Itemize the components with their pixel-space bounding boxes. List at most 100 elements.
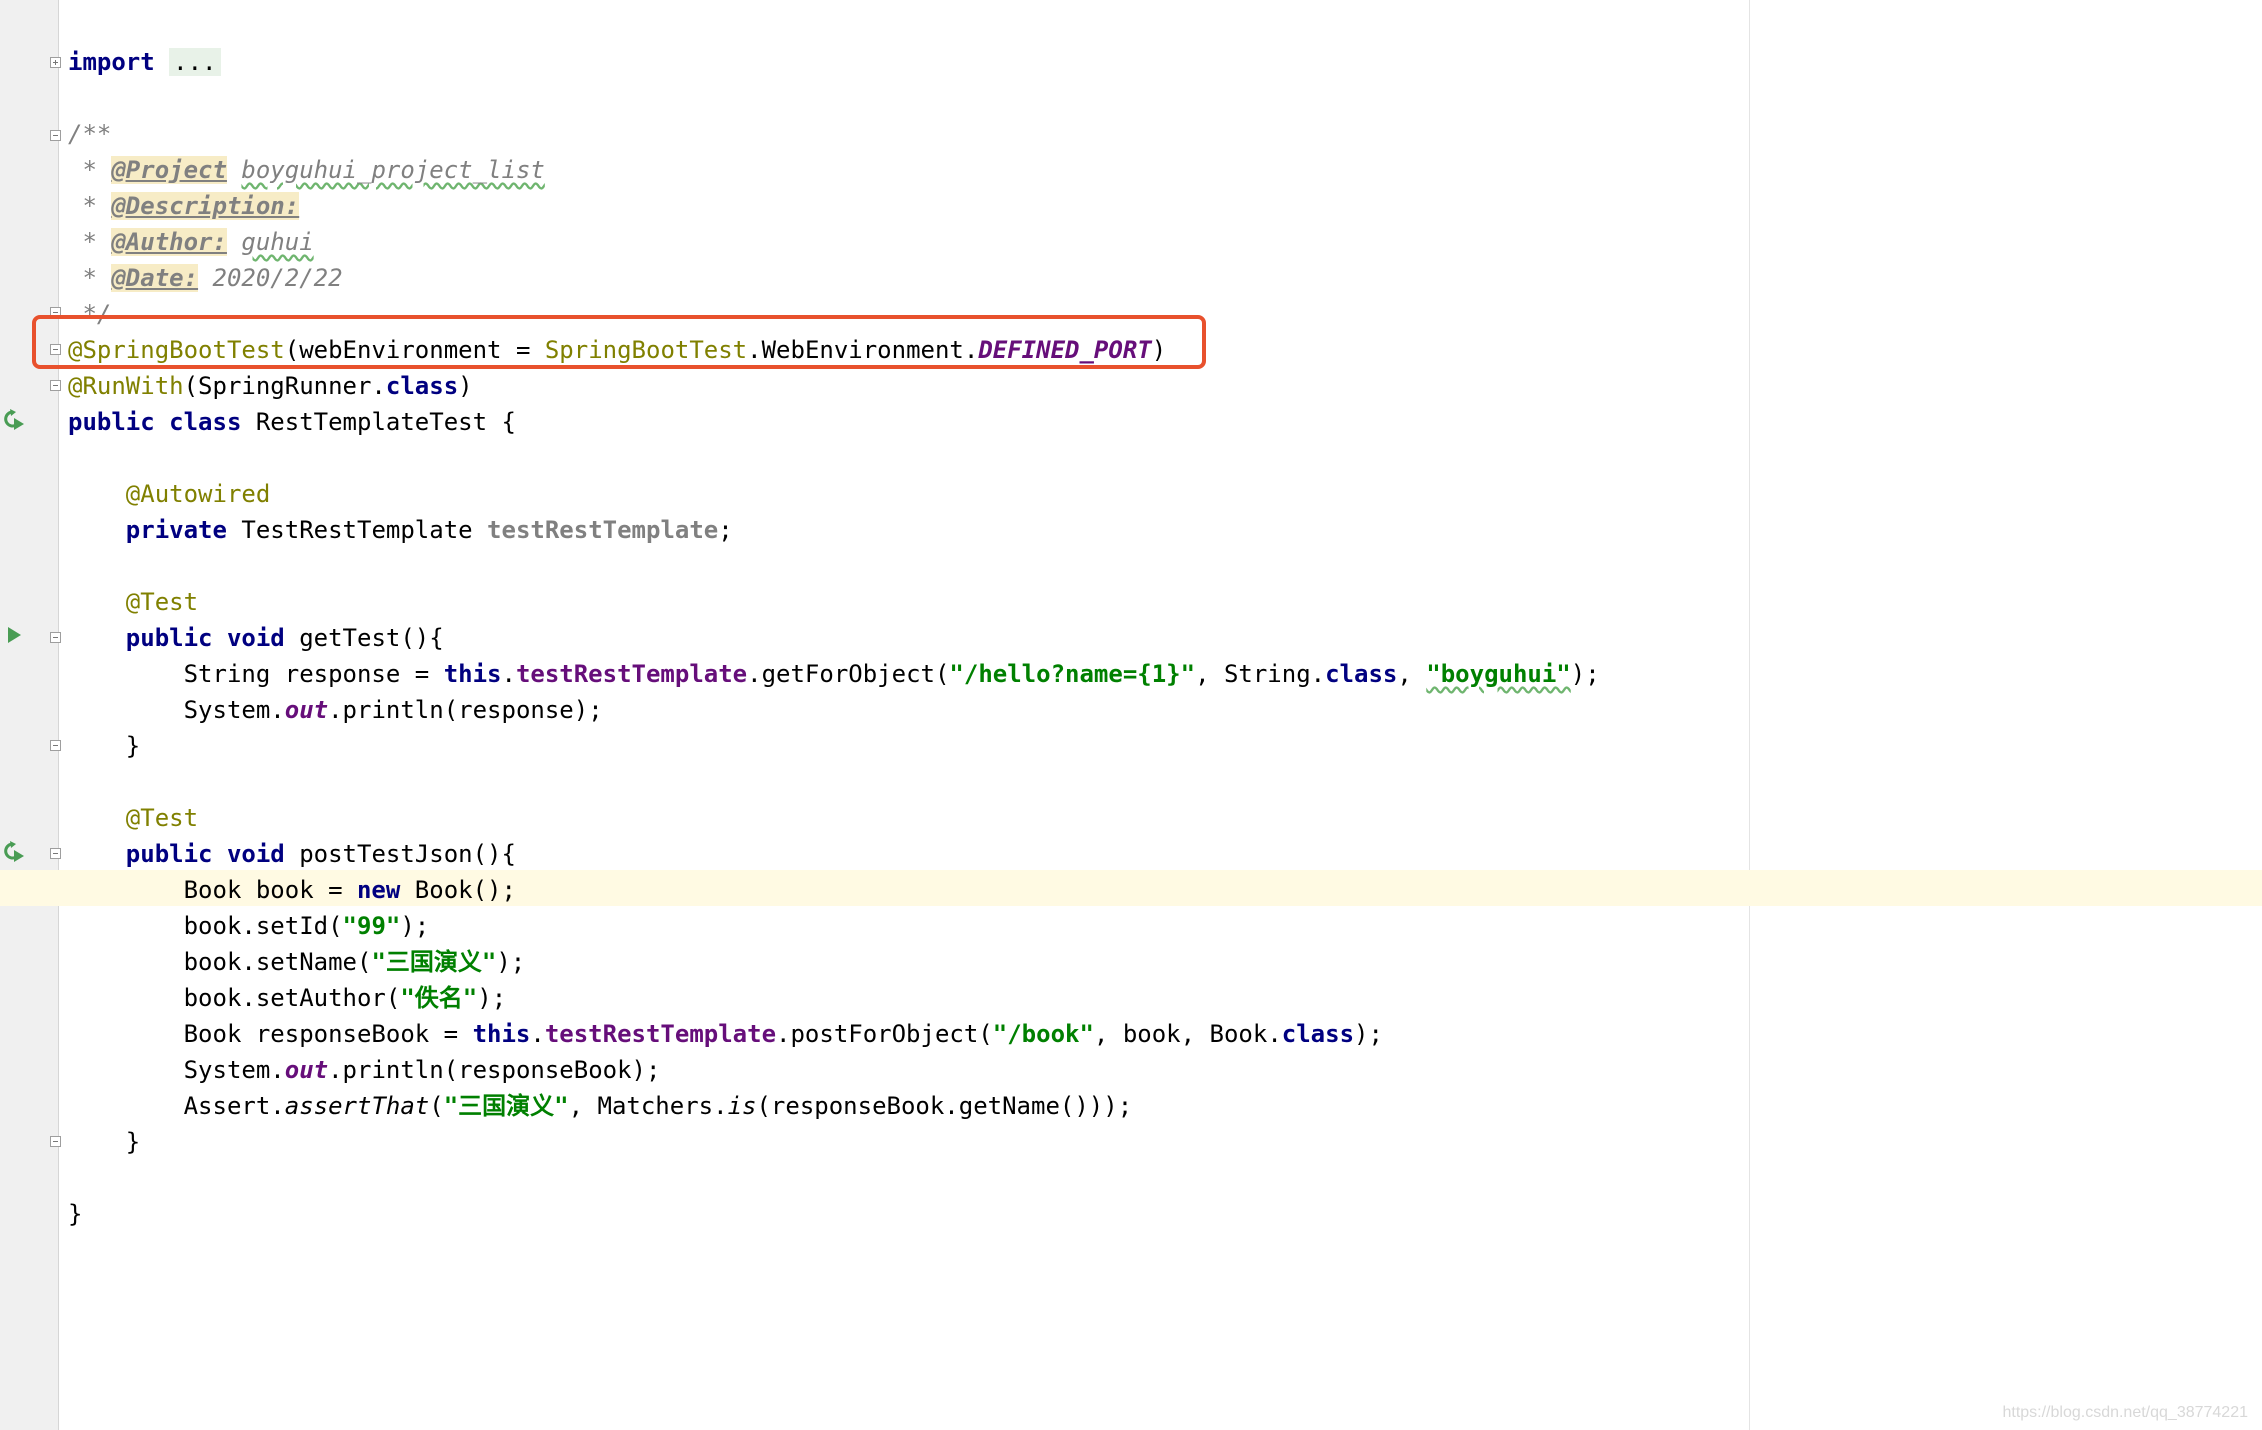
- code-token: *: [68, 192, 112, 220]
- code-line[interactable]: book.setName("三国演义");: [68, 944, 526, 980]
- code-line[interactable]: * @Author: guhui: [68, 224, 314, 260]
- code-token: , String.: [1195, 660, 1326, 688]
- code-line[interactable]: * @Description:: [68, 188, 300, 224]
- code-token: book.setId(: [68, 912, 343, 940]
- code-token: Book book =: [68, 876, 357, 904]
- code-line[interactable]: * @Project boyguhui_project_list: [68, 152, 545, 188]
- code-token: @Author:: [111, 228, 227, 256]
- code-token: void: [226, 624, 285, 652]
- code-token: .println(response);: [328, 696, 603, 724]
- fold-collapse-icon[interactable]: [50, 632, 61, 643]
- code-line[interactable]: @Autowired: [68, 476, 271, 512]
- code-token: Book responseBook =: [68, 1020, 473, 1048]
- run-test-icon[interactable]: [8, 627, 21, 643]
- code-token: class: [169, 408, 242, 436]
- code-token: /**: [68, 120, 112, 148]
- code-token: ): [458, 372, 473, 400]
- code-token: Assert.: [68, 1092, 285, 1120]
- code-token: out: [284, 696, 329, 724]
- code-token: .postForObject(: [776, 1020, 993, 1048]
- code-token: TestRestTemplate: [226, 516, 488, 544]
- code-token: "/book": [992, 1020, 1094, 1048]
- code-token: getTest(){: [284, 624, 444, 652]
- code-token: testRestTemplate: [515, 660, 748, 688]
- code-token: (: [429, 1092, 444, 1120]
- fold-expand-icon[interactable]: [50, 57, 61, 68]
- code-line[interactable]: public class RestTemplateTest {: [68, 404, 516, 440]
- code-token: boyguhui_project_list: [241, 156, 545, 184]
- code-token: );: [400, 912, 430, 940]
- code-line[interactable]: System.out.println(response);: [68, 692, 603, 728]
- code-line[interactable]: book.setAuthor("佚名");: [68, 980, 507, 1016]
- fold-collapse-icon[interactable]: [50, 740, 61, 751]
- fold-collapse-icon[interactable]: [50, 1136, 61, 1147]
- code-token: ;: [718, 516, 733, 544]
- code-token: public: [125, 624, 213, 652]
- code-token: .: [501, 660, 516, 688]
- rerun-test-icon[interactable]: [2, 840, 26, 864]
- code-token: class: [385, 372, 459, 400]
- code-line[interactable]: @Test: [68, 584, 198, 620]
- code-token: @Test: [125, 804, 199, 832]
- code-token: new: [356, 876, 401, 904]
- code-token: "三国演义": [371, 948, 497, 976]
- code-line[interactable]: book.setId("99");: [68, 908, 430, 944]
- code-token: );: [1570, 660, 1600, 688]
- code-token: "99": [342, 912, 401, 940]
- code-line[interactable]: Book responseBook = this.testRestTemplat…: [68, 1016, 1383, 1052]
- code-token: System.: [68, 696, 285, 724]
- rerun-tests-icon[interactable]: [2, 408, 26, 432]
- code-line[interactable]: }: [68, 1124, 140, 1160]
- code-token: "boyguhui": [1426, 660, 1571, 688]
- code-token: @Date:: [111, 264, 199, 292]
- code-token: (responseBook.getName()));: [756, 1092, 1133, 1120]
- code-line[interactable]: /**: [68, 116, 111, 152]
- code-line[interactable]: @RunWith(SpringRunner.class): [68, 368, 473, 404]
- code-token: *: [68, 228, 112, 256]
- fold-collapse-icon[interactable]: [50, 130, 61, 141]
- code-line[interactable]: System.out.println(responseBook);: [68, 1052, 661, 1088]
- code-token: testRestTemplate: [544, 1020, 777, 1048]
- code-token: String response =: [68, 660, 444, 688]
- code-line[interactable]: import ...: [68, 44, 221, 80]
- code-line[interactable]: }: [68, 1196, 82, 1232]
- code-token: public: [68, 408, 155, 436]
- code-token: , book, Book.: [1093, 1020, 1282, 1048]
- code-token: ,: [1397, 660, 1427, 688]
- watermark: https://blog.csdn.net/qq_38774221: [2002, 1404, 2248, 1421]
- code-token: , Matchers.: [568, 1092, 728, 1120]
- code-token: "/hello?name={1}": [949, 660, 1196, 688]
- code-line[interactable]: Book book = new Book();: [68, 872, 516, 908]
- code-token: );: [477, 984, 507, 1012]
- code-token: 2020/2/22: [198, 264, 343, 292]
- code-token: postTestJson(){: [284, 840, 516, 868]
- code-token: ...: [169, 48, 221, 76]
- code-line[interactable]: public void postTestJson(){: [68, 836, 516, 872]
- fold-collapse-icon[interactable]: [50, 380, 61, 391]
- code-token: .getForObject(: [747, 660, 950, 688]
- code-token: assertThat: [284, 1092, 430, 1120]
- code-token: *: [68, 156, 112, 184]
- code-token: "佚名": [400, 984, 478, 1012]
- code-line[interactable]: @Test: [68, 800, 198, 836]
- code-token: book.setName(: [68, 948, 372, 976]
- code-line[interactable]: String response = this.testRestTemplate.…: [68, 656, 1600, 692]
- code-token: void: [226, 840, 285, 868]
- code-line[interactable]: private TestRestTemplate testRestTemplat…: [68, 512, 733, 548]
- code-token: }: [68, 732, 141, 760]
- code-line[interactable]: * @Date: 2020/2/22: [68, 260, 343, 296]
- code-token: "三国演义": [443, 1092, 569, 1120]
- code-line[interactable]: Assert.assertThat("三国演义", Matchers.is(re…: [68, 1088, 1133, 1124]
- code-token: .: [530, 1020, 545, 1048]
- code-line[interactable]: public void getTest(){: [68, 620, 444, 656]
- code-token: RestTemplateTest {: [241, 408, 516, 436]
- code-token: guhui: [241, 228, 314, 256]
- code-token: }: [68, 1200, 83, 1228]
- fold-collapse-icon[interactable]: [50, 848, 61, 859]
- code-line[interactable]: }: [68, 728, 140, 764]
